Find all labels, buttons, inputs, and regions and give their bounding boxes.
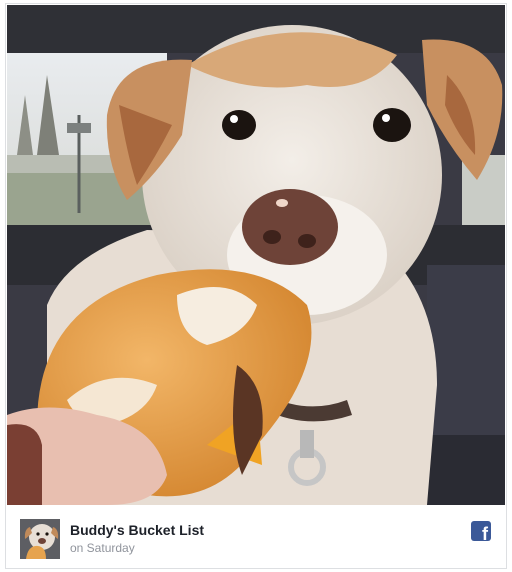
embedded-post-card: Buddy's Bucket List on Saturday f [5, 3, 507, 569]
facebook-glyph: f [482, 524, 488, 541]
post-timestamp[interactable]: on Saturday [70, 541, 135, 555]
post-photo[interactable] [7, 5, 505, 505]
dog-photo-image [7, 5, 505, 505]
facebook-icon[interactable]: f [471, 521, 491, 541]
post-footer: Buddy's Bucket List on Saturday f [6, 506, 506, 568]
page-name-link[interactable]: Buddy's Bucket List [70, 522, 204, 538]
avatar-image [20, 519, 60, 559]
page-avatar[interactable] [20, 519, 60, 559]
